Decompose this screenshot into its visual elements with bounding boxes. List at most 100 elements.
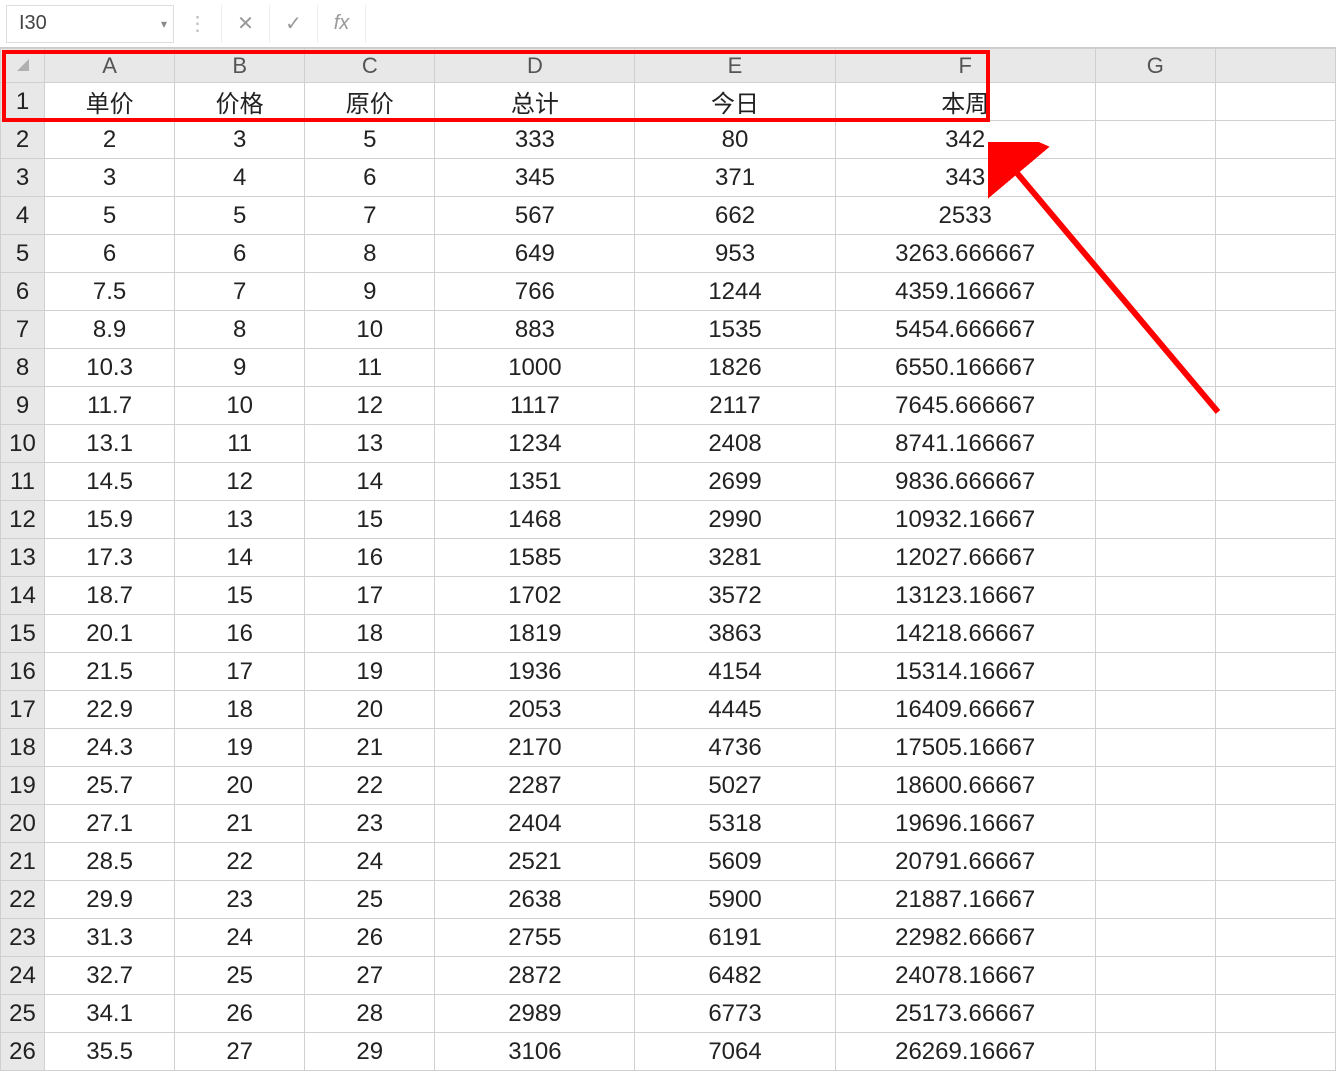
cell[interactable]: 15.9 [45, 501, 175, 539]
cell[interactable]: 11.7 [45, 387, 175, 425]
cell[interactable]: 2117 [635, 387, 835, 425]
cell[interactable] [1095, 843, 1215, 881]
cell[interactable]: 1702 [435, 577, 635, 615]
cell[interactable]: 13123.16667 [835, 577, 1095, 615]
row-header[interactable]: 4 [1, 197, 45, 235]
cell[interactable]: 22982.66667 [835, 919, 1095, 957]
cell[interactable]: 6 [305, 159, 435, 197]
cell[interactable]: 26 [175, 995, 305, 1033]
cell[interactable] [1095, 311, 1215, 349]
row-header[interactable]: 22 [1, 881, 45, 919]
cell[interactable]: 17.3 [45, 539, 175, 577]
cell[interactable]: 24078.16667 [835, 957, 1095, 995]
cell[interactable]: 28 [305, 995, 435, 1033]
cell[interactable]: 342 [835, 121, 1095, 159]
cell[interactable]: 22.9 [45, 691, 175, 729]
cell[interactable]: 14 [305, 463, 435, 501]
row-header[interactable]: 19 [1, 767, 45, 805]
cell[interactable]: 26269.16667 [835, 1033, 1095, 1071]
cell[interactable]: 6 [175, 235, 305, 273]
cell[interactable]: 3 [175, 121, 305, 159]
cell[interactable]: 12 [305, 387, 435, 425]
row-header[interactable]: 6 [1, 273, 45, 311]
col-header-C[interactable]: C [305, 49, 435, 83]
cell[interactable]: 883 [435, 311, 635, 349]
cell[interactable]: 3263.666667 [835, 235, 1095, 273]
cell[interactable]: 371 [635, 159, 835, 197]
cell[interactable]: 5318 [635, 805, 835, 843]
cell[interactable]: 25.7 [45, 767, 175, 805]
formula-input[interactable] [366, 5, 1336, 43]
cell[interactable]: 4736 [635, 729, 835, 767]
cell[interactable] [1215, 501, 1335, 539]
confirm-icon[interactable]: ✓ [270, 5, 318, 43]
cell[interactable] [1095, 919, 1215, 957]
cell[interactable]: 10.3 [45, 349, 175, 387]
cell[interactable]: 17 [175, 653, 305, 691]
cell[interactable] [1095, 387, 1215, 425]
cell[interactable]: 15 [305, 501, 435, 539]
cell[interactable]: 6 [45, 235, 175, 273]
cell[interactable]: 23 [305, 805, 435, 843]
cell[interactable]: 9836.666667 [835, 463, 1095, 501]
cell[interactable]: 价格 [175, 83, 305, 121]
col-header-F[interactable]: F [835, 49, 1095, 83]
cell[interactable] [1095, 1033, 1215, 1071]
cell[interactable]: 2989 [435, 995, 635, 1033]
cell[interactable] [1095, 539, 1215, 577]
cell[interactable]: 12 [175, 463, 305, 501]
select-all-corner[interactable] [1, 49, 45, 83]
cell[interactable] [1215, 121, 1335, 159]
cell[interactable] [1095, 501, 1215, 539]
cell[interactable]: 原价 [305, 83, 435, 121]
cell[interactable] [1095, 653, 1215, 691]
cell[interactable]: 2 [45, 121, 175, 159]
cell[interactable]: 19 [305, 653, 435, 691]
cell[interactable] [1095, 881, 1215, 919]
cell[interactable]: 22 [175, 843, 305, 881]
cell[interactable]: 3 [45, 159, 175, 197]
cell[interactable]: 10 [175, 387, 305, 425]
cell[interactable]: 1585 [435, 539, 635, 577]
fx-icon[interactable]: fx [318, 5, 366, 43]
cell[interactable]: 3572 [635, 577, 835, 615]
cell[interactable]: 5900 [635, 881, 835, 919]
cell[interactable]: 34.1 [45, 995, 175, 1033]
cell[interactable]: 7.5 [45, 273, 175, 311]
row-header[interactable]: 10 [1, 425, 45, 463]
cell[interactable] [1215, 463, 1335, 501]
cell[interactable]: 11 [175, 425, 305, 463]
cell[interactable]: 345 [435, 159, 635, 197]
cell[interactable]: 2872 [435, 957, 635, 995]
cell[interactable] [1095, 615, 1215, 653]
row-header[interactable]: 25 [1, 995, 45, 1033]
cell[interactable]: 5609 [635, 843, 835, 881]
col-header-B[interactable]: B [175, 49, 305, 83]
cell[interactable]: 3281 [635, 539, 835, 577]
row-header[interactable]: 5 [1, 235, 45, 273]
cell[interactable]: 22 [305, 767, 435, 805]
cell[interactable] [1215, 235, 1335, 273]
cell[interactable]: 21887.16667 [835, 881, 1095, 919]
cell[interactable] [1215, 539, 1335, 577]
cell[interactable]: 今日 [635, 83, 835, 121]
cell[interactable]: 3863 [635, 615, 835, 653]
cell[interactable]: 27 [175, 1033, 305, 1071]
row-header[interactable]: 26 [1, 1033, 45, 1071]
cell[interactable]: 单价 [45, 83, 175, 121]
cell[interactable] [1095, 349, 1215, 387]
row-header[interactable]: 17 [1, 691, 45, 729]
cell[interactable]: 本周 [835, 83, 1095, 121]
cell[interactable]: 35.5 [45, 1033, 175, 1071]
cell[interactable]: 21 [305, 729, 435, 767]
row-header[interactable]: 23 [1, 919, 45, 957]
cell[interactable]: 6550.166667 [835, 349, 1095, 387]
cell[interactable] [1095, 273, 1215, 311]
cell[interactable] [1215, 767, 1335, 805]
cell[interactable]: 4359.166667 [835, 273, 1095, 311]
cell[interactable]: 1351 [435, 463, 635, 501]
cell[interactable]: 24.3 [45, 729, 175, 767]
cell[interactable]: 21.5 [45, 653, 175, 691]
cell[interactable]: 1244 [635, 273, 835, 311]
cell[interactable]: 9 [175, 349, 305, 387]
